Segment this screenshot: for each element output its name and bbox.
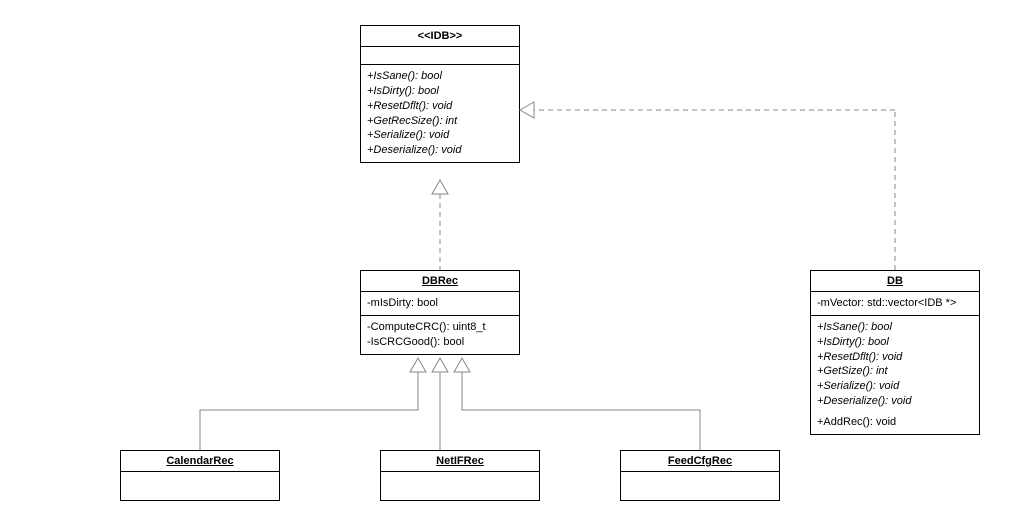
db-method: +Deserialize(): void [817,394,973,409]
dbrec-title: DBRec [361,271,519,292]
feedcfgrec-title: FeedCfgRec [621,451,779,472]
generalization-calendarrec [200,372,418,450]
dbrec-attr: -mIsDirty: bool [367,296,513,311]
class-dbrec: DBRec -mIsDirty: bool -ComputeCRC(): uin… [360,270,520,355]
db-title: DB [811,271,979,292]
db-methods: +IsSane(): bool +IsDirty(): bool +ResetD… [811,316,979,434]
idb-method: +ResetDflt(): void [367,99,513,114]
idb-method: +Serialize(): void [367,128,513,143]
feedcfgrec-body [621,472,779,500]
realization-dbrec-idb [432,180,448,270]
idb-attrs-empty [361,47,519,65]
class-idb: <<IDB>> +IsSane(): bool +IsDirty(): bool… [360,25,520,163]
calendarrec-body [121,472,279,500]
class-db: DB -mVector: std::vector<IDB *> +IsSane(… [810,270,980,435]
db-method: +IsSane(): bool [817,320,973,335]
db-method: +ResetDflt(): void [817,350,973,365]
generalization-feedcfgrec [462,372,700,450]
realization-db-idb [520,102,895,270]
netifrec-body [381,472,539,500]
db-method: +AddRec(): void [817,415,973,430]
class-feedcfgrec: FeedCfgRec [620,450,780,501]
db-method: +GetSize(): int [817,364,973,379]
db-attrs: -mVector: std::vector<IDB *> [811,292,979,316]
dbrec-method: -ComputeCRC(): uint8_t [367,320,513,335]
dbrec-methods: -ComputeCRC(): uint8_t -IsCRCGood(): boo… [361,316,519,354]
calendarrec-title: CalendarRec [121,451,279,472]
db-attr: -mVector: std::vector<IDB *> [817,296,973,311]
idb-method: +GetRecSize(): int [367,114,513,129]
dbrec-attrs: -mIsDirty: bool [361,292,519,316]
idb-method: +IsSane(): bool [367,69,513,84]
generalization-heads [410,358,470,372]
db-method: +Serialize(): void [817,379,973,394]
class-netifrec: NetIFRec [380,450,540,501]
dbrec-method: -IsCRCGood(): bool [367,335,513,350]
idb-methods: +IsSane(): bool +IsDirty(): bool +ResetD… [361,65,519,162]
idb-stereotype: <<IDB>> [361,26,519,47]
class-calendarrec: CalendarRec [120,450,280,501]
db-method: +IsDirty(): bool [817,335,973,350]
netifrec-title: NetIFRec [381,451,539,472]
idb-method: +Deserialize(): void [367,143,513,158]
idb-method: +IsDirty(): bool [367,84,513,99]
